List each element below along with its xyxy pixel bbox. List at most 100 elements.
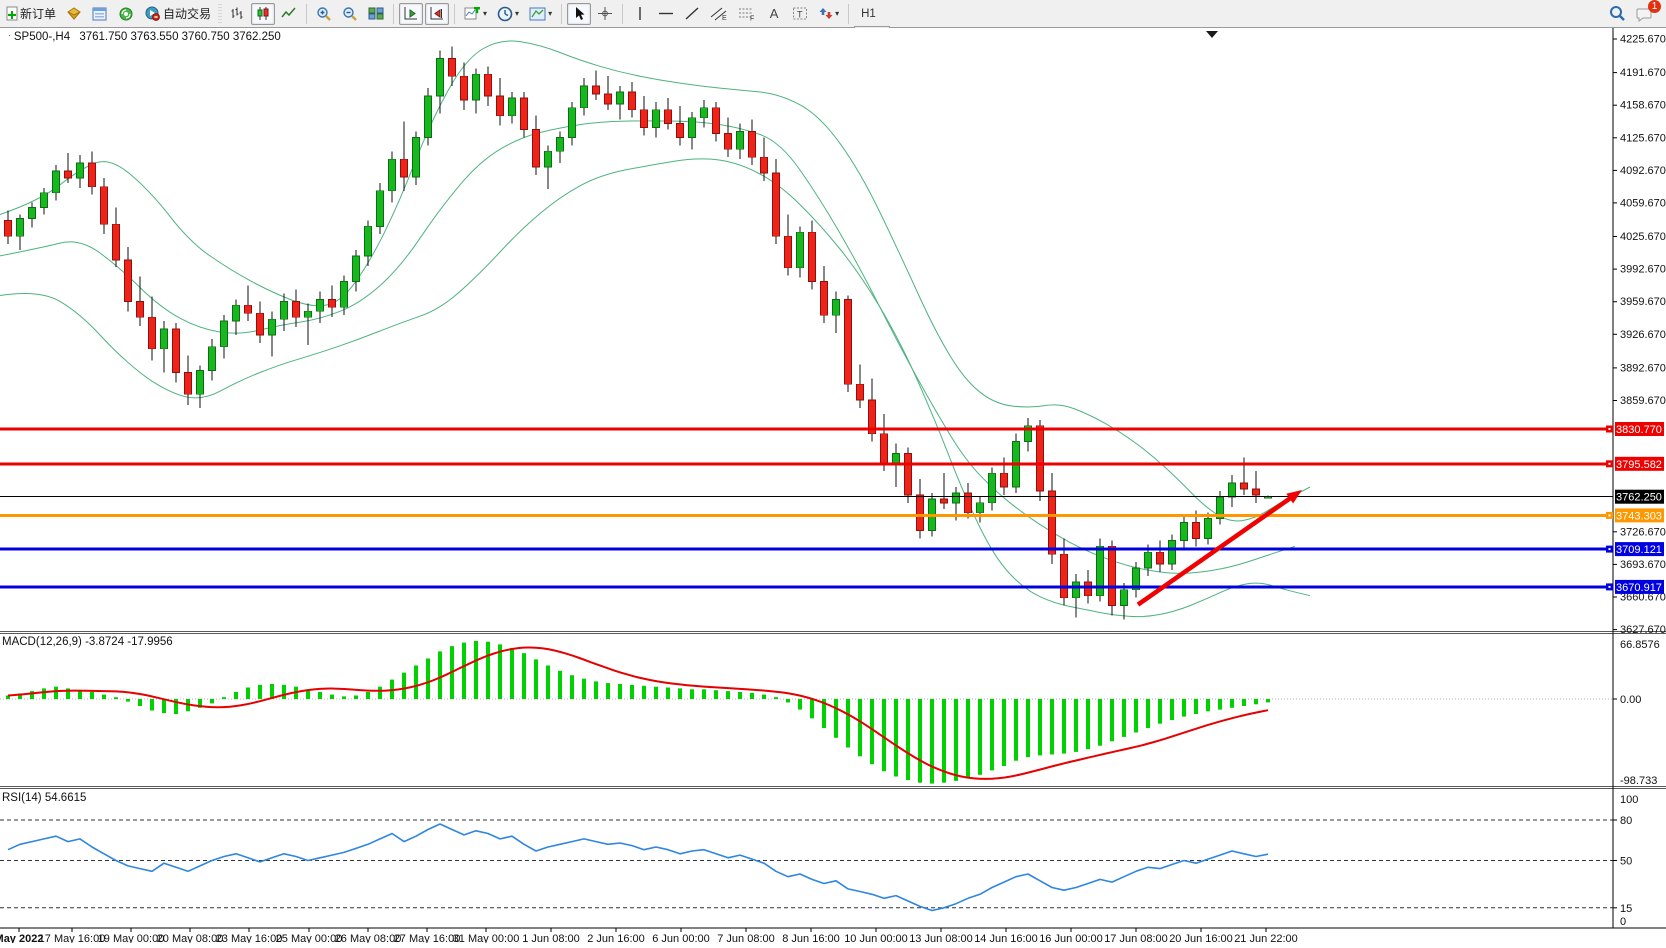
market-watch-button[interactable] [62, 3, 86, 25]
ohlc-values: 3761.750 3763.550 3760.750 3762.250 [79, 31, 280, 43]
template-icon [529, 7, 546, 21]
candle [53, 171, 60, 193]
arrows-button[interactable]: ▾ [815, 3, 843, 25]
svg-text:66.8576: 66.8576 [1620, 639, 1660, 651]
toolbar-separator [561, 4, 562, 24]
candle [5, 220, 12, 236]
search-button[interactable] [1605, 3, 1630, 25]
indicators-button[interactable]: ▾ [460, 3, 491, 25]
arrows-icon [819, 6, 833, 21]
dropdown-caret: ▾ [483, 9, 487, 18]
svg-text:3992.670: 3992.670 [1620, 264, 1666, 276]
candle [941, 499, 948, 503]
candle [761, 157, 768, 173]
candle [857, 384, 864, 400]
chart-shift-icon [429, 6, 445, 21]
candle [461, 76, 468, 100]
svg-text:3693.670: 3693.670 [1620, 559, 1666, 571]
text-button[interactable]: A [762, 3, 786, 25]
main-toolbar: 新订单 自动交易 ▾ [0, 0, 1666, 28]
svg-text:80: 80 [1620, 815, 1632, 827]
candlestick-icon [255, 6, 271, 21]
candle [545, 151, 552, 167]
notifications-button[interactable]: 1 [1632, 3, 1657, 25]
candle [581, 86, 588, 108]
candle [161, 329, 168, 349]
auto-scroll-icon [403, 6, 419, 21]
crosshair-icon [597, 6, 613, 21]
tile-windows-button[interactable] [364, 3, 388, 25]
signal-icon [118, 6, 134, 21]
crosshair-button[interactable] [593, 3, 617, 25]
candle [257, 313, 264, 335]
candle [881, 434, 888, 464]
candle [965, 493, 972, 513]
autotrade-button[interactable]: 自动交易 [140, 3, 215, 25]
candle [293, 301, 300, 317]
candle [317, 299, 324, 311]
equidistant-channel-button[interactable]: E [706, 3, 732, 25]
svg-text:7 Jun 08:00: 7 Jun 08:00 [717, 933, 775, 943]
candle [797, 232, 804, 268]
svg-text:25 May 00:00: 25 May 00:00 [276, 933, 343, 943]
svg-text:13 Jun 08:00: 13 Jun 08:00 [909, 933, 973, 943]
auto-scroll-button[interactable] [399, 3, 423, 25]
svg-text:15: 15 [1620, 903, 1632, 915]
cursor-button[interactable] [567, 3, 591, 25]
candle [749, 132, 756, 158]
svg-text:8 Jun 16:00: 8 Jun 16:00 [782, 933, 840, 943]
bar-chart-icon [229, 6, 245, 21]
candle [449, 58, 456, 76]
bar-chart-button[interactable] [225, 3, 249, 25]
svg-text:F: F [750, 16, 754, 22]
candle [41, 193, 48, 208]
tf-H1[interactable]: H1 [854, 2, 890, 26]
chart-canvas[interactable]: 4225.6704191.6704158.6704125.6704092.670… [0, 28, 1666, 943]
new-order-label: 新订单 [20, 5, 56, 22]
vertical-line-button[interactable] [628, 3, 652, 25]
candle [485, 74, 492, 96]
candle [1229, 483, 1236, 497]
line-chart-button[interactable] [277, 3, 301, 25]
text-label-button[interactable]: T [788, 3, 813, 25]
indicators-icon [464, 6, 481, 21]
data-window-button[interactable] [88, 3, 112, 25]
horizontal-line-button[interactable] [654, 3, 678, 25]
candle [1157, 552, 1164, 564]
templates-button[interactable]: ▾ [525, 3, 556, 25]
periods-button[interactable]: ▾ [493, 3, 523, 25]
candlestick-chart-button[interactable] [251, 3, 275, 25]
svg-text:14 Jun 16:00: 14 Jun 16:00 [974, 933, 1038, 943]
line-chart-icon [281, 6, 297, 21]
candle [101, 187, 108, 225]
candle [77, 163, 84, 178]
candle [1145, 552, 1152, 568]
signals-button[interactable] [114, 3, 138, 25]
svg-text:100: 100 [1620, 794, 1638, 806]
candle [1169, 540, 1176, 564]
svg-text:2 Jun 16:00: 2 Jun 16:00 [587, 933, 645, 943]
tile-windows-icon [368, 6, 384, 21]
candle [1241, 483, 1248, 489]
chart-shift-button[interactable] [425, 3, 449, 25]
candle [1121, 590, 1128, 606]
chart-symbol-line: · SP500-,H4 3761.750 3763.550 3760.750 3… [8, 31, 281, 43]
trendline-button[interactable] [680, 3, 704, 25]
svg-text:3627.670: 3627.670 [1620, 624, 1666, 636]
zoom-in-button[interactable] [312, 3, 336, 25]
candle [533, 130, 540, 168]
candle [353, 256, 360, 282]
new-order-button[interactable]: 新订单 [1, 3, 60, 25]
svg-text:1 Jun 08:00: 1 Jun 08:00 [522, 933, 580, 943]
candle [833, 299, 840, 315]
svg-text:4158.670: 4158.670 [1620, 100, 1666, 112]
trendline-icon [684, 6, 700, 21]
candle [281, 301, 288, 319]
candle [737, 132, 744, 150]
candle [893, 454, 900, 464]
zoom-out-button[interactable] [338, 3, 362, 25]
candle [473, 74, 480, 100]
fibonacci-button[interactable]: F [734, 3, 760, 25]
zoom-in-icon [316, 6, 332, 22]
candle [497, 96, 504, 116]
